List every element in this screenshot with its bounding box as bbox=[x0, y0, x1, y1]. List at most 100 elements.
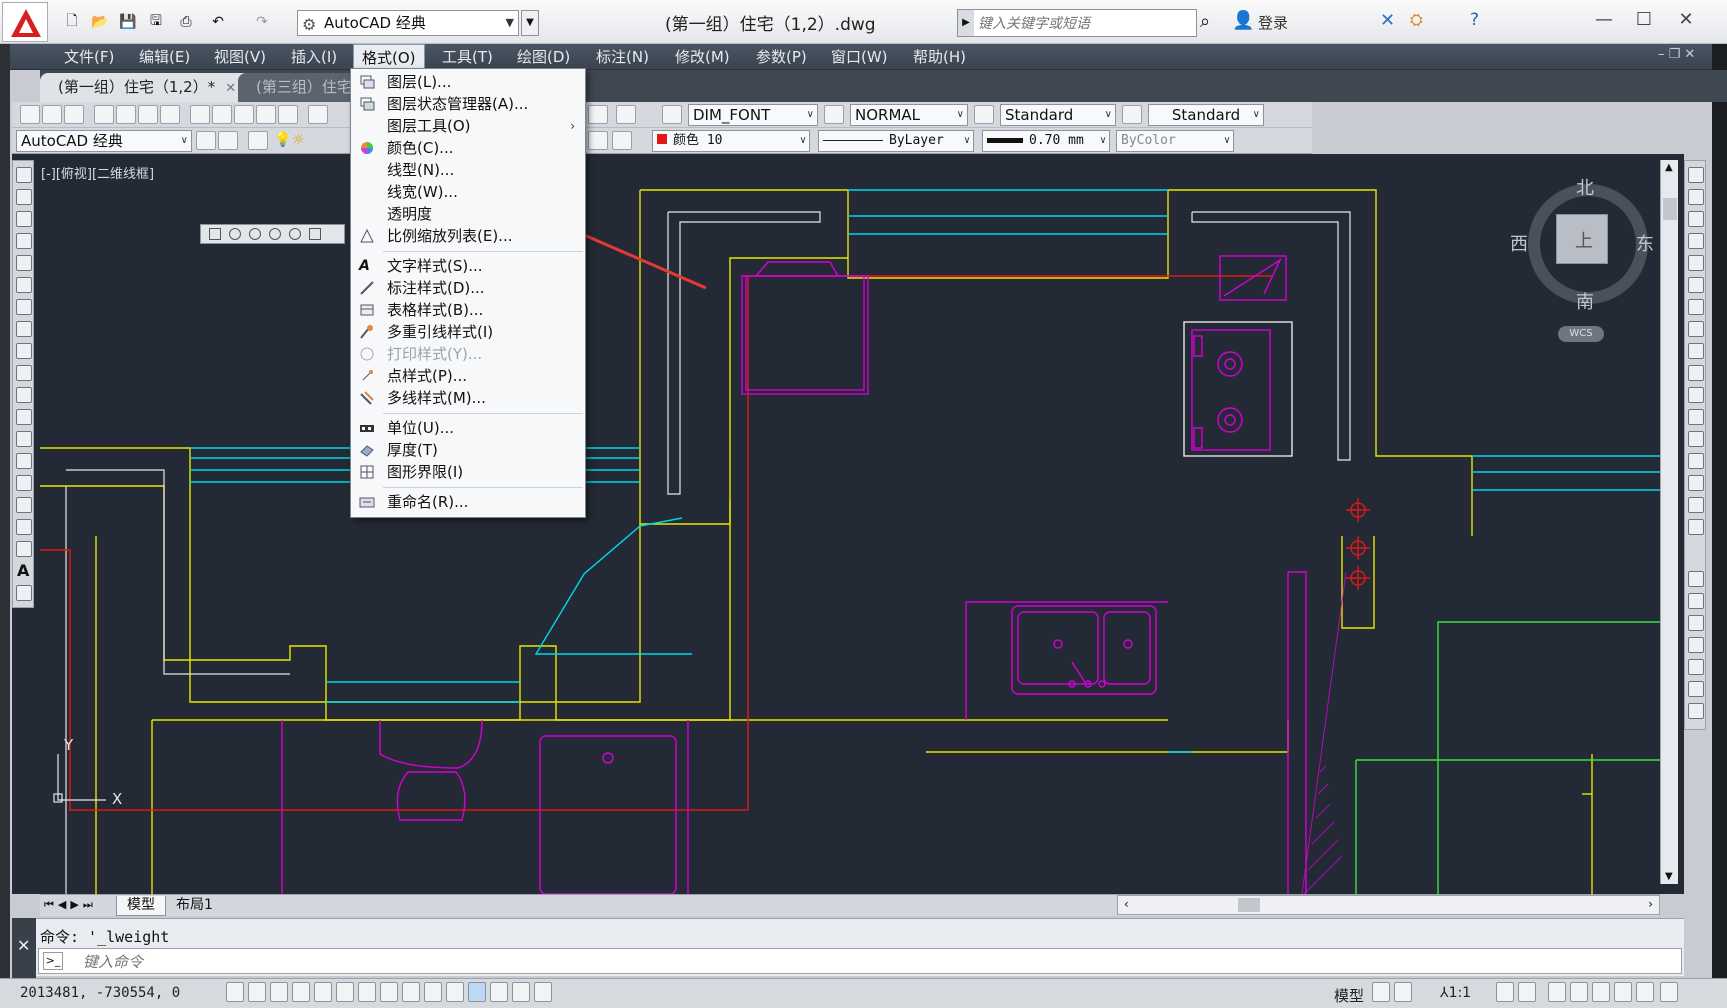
wcs-menu[interactable]: WCS bbox=[1558, 326, 1604, 342]
arc-icon[interactable] bbox=[16, 277, 32, 293]
object-snap-icon[interactable] bbox=[336, 982, 354, 1002]
draworder-icon[interactable] bbox=[1688, 571, 1704, 587]
mtext-icon[interactable]: A bbox=[17, 561, 29, 580]
break-icon[interactable] bbox=[1688, 409, 1704, 425]
menu-item-rename[interactable]: 重命名(R)... bbox=[351, 491, 585, 513]
stretch-icon[interactable] bbox=[1688, 343, 1704, 359]
menu-item-layer[interactable]: 图层(L)... bbox=[351, 71, 585, 93]
status-menu-icon[interactable] bbox=[1636, 982, 1654, 1002]
region-icon[interactable] bbox=[16, 519, 32, 535]
viewcube[interactable]: 上 北 南 西 东 WCS bbox=[1508, 174, 1658, 344]
west-label[interactable]: 西 bbox=[1510, 230, 1528, 256]
fillet-icon[interactable] bbox=[1688, 475, 1704, 491]
save-icon[interactable]: 💾 bbox=[116, 11, 140, 33]
menu-item-lineweight[interactable]: 线宽(W)... bbox=[351, 181, 585, 203]
rectangle-icon[interactable] bbox=[16, 255, 32, 271]
paste-icon[interactable] bbox=[234, 105, 254, 124]
help-icon[interactable]: ? bbox=[1470, 10, 1479, 30]
ellipse-icon[interactable] bbox=[16, 365, 32, 381]
layer-previous-icon[interactable] bbox=[612, 131, 632, 150]
new-icon[interactable] bbox=[20, 105, 40, 124]
grid-display-icon[interactable] bbox=[270, 982, 288, 1002]
help-search-input[interactable] bbox=[978, 13, 1188, 33]
coordinates-readout[interactable]: 2013481, -730554, 0 bbox=[20, 985, 180, 1001]
north-label[interactable]: 北 bbox=[1576, 174, 1594, 200]
lock-icon[interactable] bbox=[1570, 982, 1588, 1002]
dim-style-icon[interactable] bbox=[824, 105, 844, 124]
menu-item-units[interactable]: 单位(U)... bbox=[351, 417, 585, 439]
scroll-right-icon[interactable]: › bbox=[1648, 897, 1653, 911]
menu-item-point-style[interactable]: 点样式(P)... bbox=[351, 365, 585, 387]
hatch-back-icon[interactable] bbox=[1688, 703, 1704, 719]
rotate-icon[interactable] bbox=[1688, 299, 1704, 315]
publish-icon[interactable] bbox=[138, 105, 158, 124]
dynamic-ucs-icon[interactable] bbox=[402, 982, 420, 1002]
send-under-icon[interactable] bbox=[1688, 659, 1704, 675]
spline-icon[interactable] bbox=[16, 343, 32, 359]
construction-line-icon[interactable] bbox=[16, 189, 32, 205]
mleader-style-icon[interactable] bbox=[1122, 105, 1142, 124]
menu-item-plot-style[interactable]: 打印样式(Y)... bbox=[351, 343, 585, 365]
close-tab-icon[interactable]: ✕ bbox=[225, 81, 236, 96]
workspace-combo[interactable]: AutoCAD 经典 ∨ bbox=[16, 130, 192, 152]
tool-icon[interactable] bbox=[209, 228, 221, 240]
3d-osnap-icon[interactable] bbox=[358, 982, 376, 1002]
viewport-controls[interactable]: [-][俯视][二维线框] bbox=[41, 163, 154, 182]
trim-icon[interactable] bbox=[1688, 365, 1704, 381]
blend-icon[interactable] bbox=[1688, 497, 1704, 513]
horizontal-scrollbar[interactable]: ‹ › bbox=[1117, 895, 1660, 915]
tool-icon[interactable] bbox=[289, 228, 301, 240]
menu-item-layer-tools[interactable]: 图层工具(O) › bbox=[351, 115, 585, 137]
isolate-objects-icon[interactable] bbox=[1614, 982, 1632, 1002]
linetype-combo[interactable]: ByLayer ∨ bbox=[818, 130, 974, 152]
menu-item-table-style[interactable]: 表格样式(B)... bbox=[351, 299, 585, 321]
menu-item-linetype[interactable]: 线型(N)... bbox=[351, 159, 585, 181]
east-label[interactable]: 东 bbox=[1636, 230, 1654, 256]
brush-icon[interactable] bbox=[278, 105, 298, 124]
quick-properties-icon[interactable] bbox=[490, 982, 508, 1002]
mleader-style-combo[interactable]: Standard ∨ bbox=[1148, 104, 1264, 126]
layer-manager-icon[interactable] bbox=[248, 131, 268, 150]
lineweight-display-icon[interactable] bbox=[446, 982, 464, 1002]
sun-icon[interactable]: ☼ bbox=[292, 132, 305, 148]
menu-file[interactable]: 文件(F) bbox=[56, 44, 122, 70]
plotstyle-combo[interactable]: ByColor ∨ bbox=[1116, 130, 1234, 152]
gradient-icon[interactable] bbox=[16, 497, 32, 513]
dynamic-input-icon[interactable] bbox=[424, 982, 442, 1002]
erase-icon[interactable] bbox=[1688, 167, 1704, 183]
help-search-box[interactable]: ▶ bbox=[957, 9, 1197, 37]
insert-block-icon[interactable] bbox=[16, 409, 32, 425]
qat-customize-button[interactable]: ▼ bbox=[521, 10, 539, 36]
command-input[interactable] bbox=[83, 952, 683, 972]
redo-icon[interactable]: ↷ bbox=[250, 11, 274, 33]
maximize-button[interactable]: ☐ bbox=[1624, 8, 1664, 34]
menu-help[interactable]: 帮助(H) bbox=[905, 44, 974, 70]
3d-print-icon[interactable] bbox=[160, 105, 180, 124]
menu-item-color[interactable]: 颜色(C)... bbox=[351, 137, 585, 159]
user-icon[interactable]: 👤 bbox=[1232, 10, 1254, 31]
save-icon[interactable] bbox=[64, 105, 84, 124]
make-current-layer-icon[interactable] bbox=[588, 131, 608, 150]
close-icon[interactable]: ✕ bbox=[17, 936, 30, 955]
doc-tab-active[interactable]: (第一组）住宅（1,2）* ✕ bbox=[40, 73, 255, 102]
text-front-icon[interactable] bbox=[1688, 681, 1704, 697]
selection-cycling-icon[interactable] bbox=[512, 982, 530, 1002]
menu-modify[interactable]: 修改(M) bbox=[667, 44, 738, 70]
print-icon[interactable]: ⎙ bbox=[174, 11, 198, 33]
chamfer-icon[interactable] bbox=[1688, 453, 1704, 469]
command-line[interactable]: >_ bbox=[38, 948, 1682, 974]
otrack-icon[interactable] bbox=[380, 982, 398, 1002]
command-window-handle[interactable]: ✕ bbox=[12, 918, 36, 978]
infer-constraints-icon[interactable] bbox=[226, 982, 244, 1002]
circle-icon[interactable] bbox=[16, 299, 32, 315]
menu-item-layer-state[interactable]: 图层状态管理器(A)... bbox=[351, 93, 585, 115]
hardware-acceleration-icon[interactable] bbox=[1592, 982, 1610, 1002]
scroll-down-icon[interactable]: ▼ bbox=[1665, 871, 1673, 882]
model-space-toggle[interactable]: 模型 bbox=[1334, 985, 1364, 1006]
match-properties-icon[interactable] bbox=[256, 105, 276, 124]
menu-item-dim-style[interactable]: 标注样式(D)... bbox=[351, 277, 585, 299]
polyline-icon[interactable] bbox=[16, 211, 32, 227]
menu-item-scale-list[interactable]: 比例缩放列表(E)... bbox=[351, 225, 585, 247]
table-icon[interactable] bbox=[16, 541, 32, 557]
scroll-up-icon[interactable]: ▲ bbox=[1665, 162, 1673, 173]
